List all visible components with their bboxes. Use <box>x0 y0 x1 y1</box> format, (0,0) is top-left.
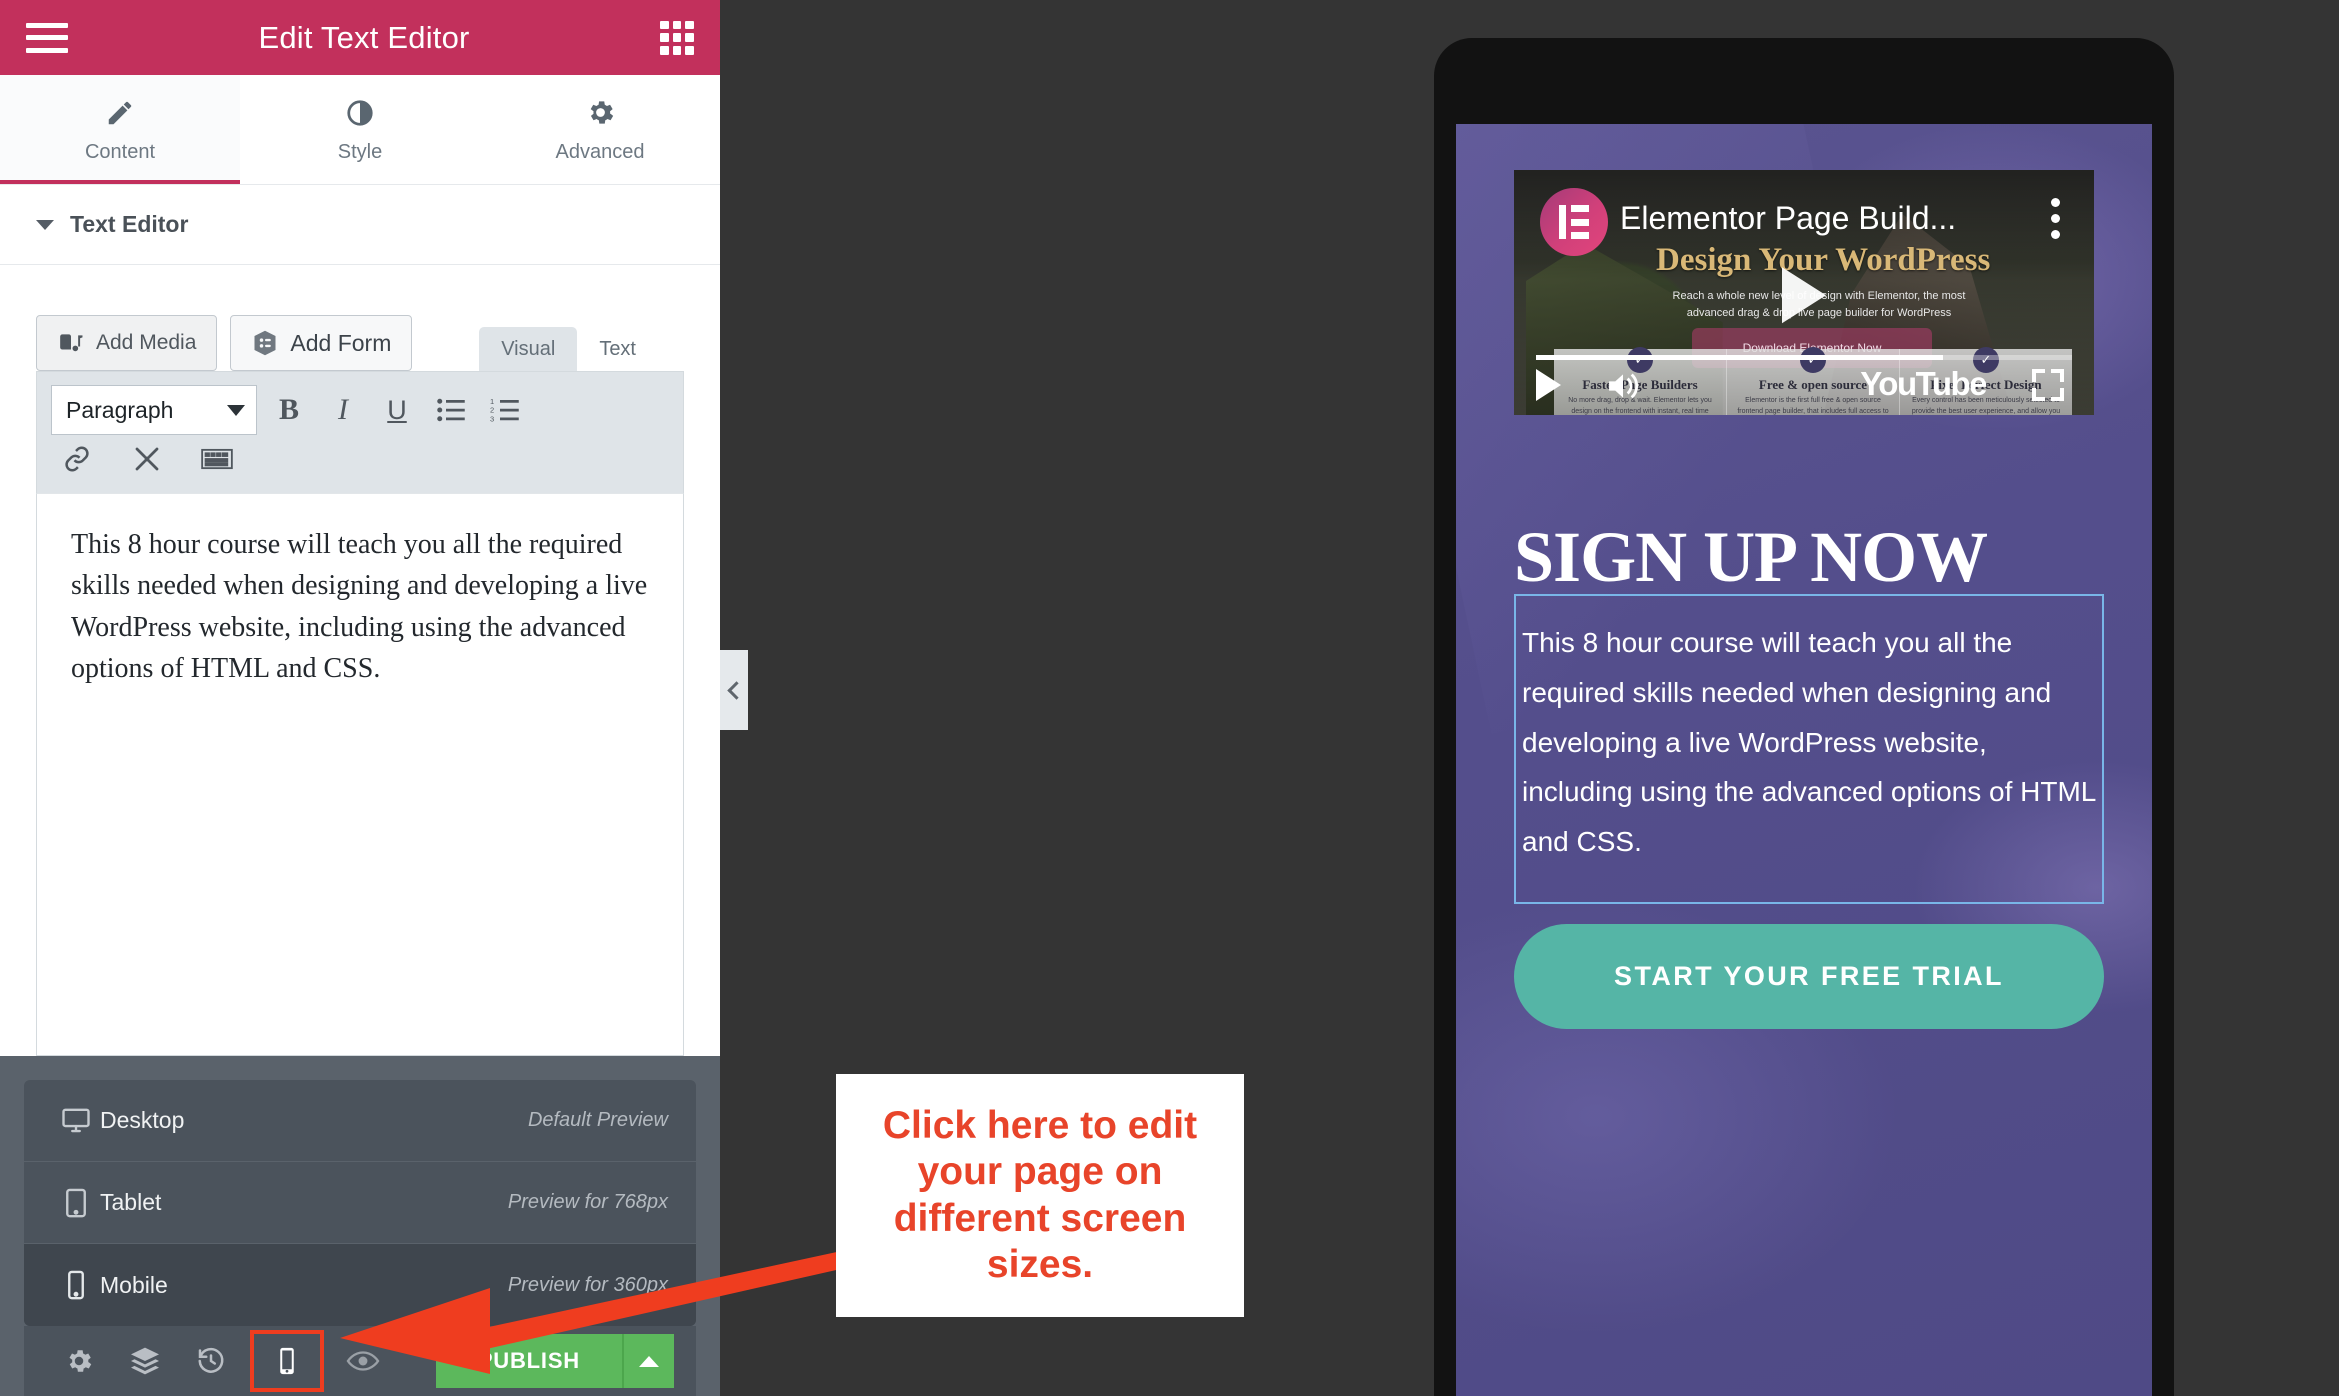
paragraph-format-value: Paragraph <box>66 396 174 423</box>
device-option-tablet[interactable]: Tablet Preview for 768px <box>24 1162 696 1244</box>
link-icon[interactable] <box>55 437 99 481</box>
italic-icon[interactable]: I <box>321 388 365 432</box>
add-form-button[interactable]: Add Form <box>230 315 413 371</box>
start-free-trial-button[interactable]: START YOUR FREE TRIAL <box>1514 924 2104 1029</box>
panel-collapse-handle[interactable] <box>720 650 748 730</box>
device-name: Desktop <box>100 1107 185 1133</box>
tab-content-label: Content <box>84 140 156 163</box>
play-icon[interactable] <box>1782 266 1826 323</box>
editor-paragraph: This 8 hour course will teach you all th… <box>71 529 648 685</box>
caret-down-icon <box>36 219 54 230</box>
kebab-menu-icon[interactable] <box>2051 198 2060 239</box>
elementor-editor-panel: Edit Text Editor Content Style Advanced … <box>0 0 720 1396</box>
wp-content-area[interactable]: This 8 hour course will teach you all th… <box>36 493 684 1056</box>
layers-icon[interactable] <box>112 1334 178 1388</box>
toolbar-row-primary: Paragraph B I U 123 <box>51 385 669 435</box>
wp-format-toolbar: Paragraph B I U 123 <box>36 371 684 493</box>
mobile-device-frame: Elementor Page Build... Design Your Word… <box>1434 38 2174 1396</box>
fullscreen-icon[interactable] <box>125 437 169 481</box>
underline-icon[interactable]: U <box>375 388 419 432</box>
play-icon[interactable] <box>1536 369 1561 401</box>
tab-style[interactable]: Style <box>240 75 480 184</box>
contrast-circle-icon <box>345 96 375 130</box>
tab-advanced-label: Advanced <box>555 140 645 163</box>
device-name: Tablet <box>100 1189 162 1215</box>
svg-text:1: 1 <box>490 397 494 406</box>
mobile-icon <box>52 1270 100 1300</box>
annotation-text: Click here to edit your page on differen… <box>882 1104 1198 1286</box>
history-icon[interactable] <box>178 1334 244 1388</box>
keyboard-shortcuts-icon[interactable] <box>195 437 239 481</box>
section-header-text-editor[interactable]: Text Editor <box>0 185 720 265</box>
toolbar-row-secondary <box>51 435 669 483</box>
bullet-list-icon[interactable] <box>429 388 473 432</box>
elementor-logo-icon <box>1540 188 1608 256</box>
volume-icon[interactable] <box>1604 369 1642 403</box>
widgets-grid-icon[interactable] <box>660 20 694 55</box>
gear-icon[interactable] <box>46 1334 112 1388</box>
tab-text[interactable]: Text <box>577 327 658 371</box>
chevron-down-icon <box>227 404 245 416</box>
svg-text:2: 2 <box>490 406 494 415</box>
publish-button[interactable]: PUBLISH <box>435 1334 622 1388</box>
video-title: Elementor Page Build... <box>1620 200 1957 236</box>
video-progress-bar[interactable] <box>1536 355 2072 360</box>
add-form-label: Add Form <box>290 329 392 356</box>
tab-advanced[interactable]: Advanced <box>480 75 720 184</box>
fullscreen-icon[interactable] <box>2032 369 2064 401</box>
tab-visual[interactable]: Visual <box>479 327 578 371</box>
tab-content[interactable]: Content <box>0 75 240 184</box>
annotation-callout: Click here to edit your page on differen… <box>836 1074 1244 1317</box>
editor-action-row: Add Media Add Form Visual Text <box>36 309 684 371</box>
tab-style-label: Style <box>337 140 383 163</box>
hamburger-menu-icon[interactable] <box>26 22 68 53</box>
selected-text-widget[interactable]: This 8 hour course will teach you all th… <box>1514 594 2104 904</box>
device-note: Preview for 360px <box>507 1273 668 1296</box>
video-controls: YouTube <box>1514 349 2094 415</box>
mobile-preview-screen: Elementor Page Build... Design Your Word… <box>1456 124 2152 1396</box>
responsive-mode-icon[interactable] <box>250 1330 324 1392</box>
device-note: Default Preview <box>527 1109 668 1131</box>
section-title: Text Editor <box>70 211 189 237</box>
desktop-icon <box>52 1107 100 1135</box>
tablet-icon <box>52 1188 100 1218</box>
screen-root: Edit Text Editor Content Style Advanced … <box>0 0 2339 1396</box>
panel-tabs: Content Style Advanced <box>0 75 720 185</box>
device-option-mobile[interactable]: Mobile Preview for 360px <box>24 1244 696 1326</box>
wp-editor: Add Media Add Form Visual Text Paragraph <box>0 265 720 1056</box>
gear-icon <box>585 96 616 130</box>
bold-icon[interactable]: B <box>267 388 311 432</box>
add-media-label: Add Media <box>96 331 197 354</box>
add-media-button[interactable]: Add Media <box>36 315 218 371</box>
device-list: Desktop Default Preview Tablet Preview f… <box>24 1080 696 1326</box>
preview-eye-icon[interactable] <box>330 1334 396 1388</box>
youtube-brand-label[interactable]: YouTube <box>1860 365 1987 403</box>
chevron-left-icon <box>726 680 746 700</box>
signup-heading: SIGN UP NOW <box>1514 517 1988 597</box>
page-title: Edit Text Editor <box>258 19 470 55</box>
svg-text:3: 3 <box>490 414 494 423</box>
preview-body-text: This 8 hour course will teach you all th… <box>1522 627 2096 858</box>
youtube-video-widget[interactable]: Elementor Page Build... Design Your Word… <box>1514 170 2094 415</box>
publish-options-caret-up-icon[interactable] <box>622 1334 674 1388</box>
publish-group: PUBLISH <box>435 1334 674 1388</box>
cta-label: START YOUR FREE TRIAL <box>1614 961 2004 992</box>
device-option-desktop[interactable]: Desktop Default Preview <box>24 1080 696 1162</box>
device-note: Preview for 768px <box>507 1191 668 1213</box>
device-name: Mobile <box>100 1271 168 1298</box>
numbered-list-icon[interactable]: 123 <box>483 388 527 432</box>
paragraph-format-select[interactable]: Paragraph <box>51 385 257 435</box>
pencil-icon <box>105 96 135 130</box>
editor-view-tabs: Visual Text <box>479 327 658 371</box>
device-preview-popover: Desktop Default Preview Tablet Preview f… <box>0 1056 720 1396</box>
panel-header: Edit Text Editor <box>0 0 720 75</box>
panel-footer-toolbar: PUBLISH <box>24 1326 696 1396</box>
